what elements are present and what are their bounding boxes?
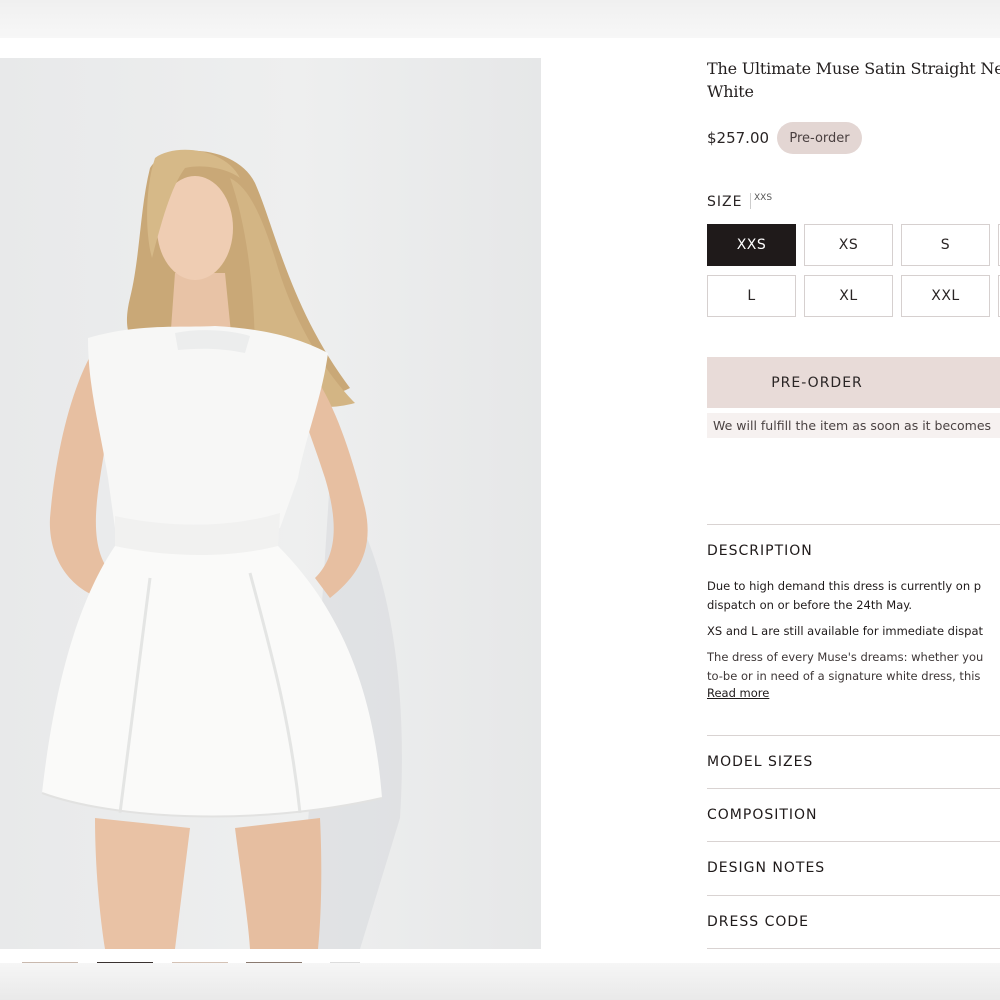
accordion-design-notes[interactable]: DESIGN NOTES <box>707 860 825 876</box>
fulfillment-notice: We will fulfill the item as soon as it b… <box>707 413 1000 438</box>
description-paragraph-3b: to-be or in need of a signature white dr… <box>707 669 981 683</box>
divider <box>707 735 1000 736</box>
description-paragraph-1a: Due to high demand this dress is current… <box>707 579 982 593</box>
accordion-composition[interactable]: COMPOSITION <box>707 807 818 823</box>
divider <box>707 524 1000 525</box>
read-more-link[interactable]: Read more <box>707 686 769 700</box>
product-price: $257.00 <box>707 129 770 147</box>
product-title-line2: White <box>707 82 754 101</box>
divider <box>707 948 1000 949</box>
product-title: The Ultimate Muse Satin Straight Neck Mi… <box>707 57 1000 103</box>
accordion-model-sizes[interactable]: MODEL SIZES <box>707 754 813 770</box>
divider <box>707 788 1000 789</box>
size-option-l[interactable]: L <box>707 275 796 317</box>
size-option-xl[interactable]: XL <box>804 275 893 317</box>
size-option-xs[interactable]: XS <box>804 224 893 266</box>
accordion-dress-code[interactable]: DRESS CODE <box>707 914 809 930</box>
divider <box>707 895 1000 896</box>
size-label: SIZE <box>707 194 743 210</box>
size-option-s[interactable]: S <box>901 224 990 266</box>
product-title-line1: The Ultimate Muse Satin Straight Neck Mi <box>707 59 1000 78</box>
size-divider <box>750 193 751 209</box>
selected-size-indicator: XXS <box>754 193 773 203</box>
size-option-xxs[interactable]: XXS <box>707 224 796 266</box>
description-paragraph-1b: dispatch on or before the 24th May. <box>707 598 913 612</box>
description-paragraph-2: XS and L are still available for immedia… <box>707 624 984 638</box>
description-paragraph-3a: The dress of every Muse's dreams: whethe… <box>707 650 984 664</box>
size-option-xxl[interactable]: XXL <box>901 275 990 317</box>
top-band <box>0 0 1000 38</box>
product-photo-illustration <box>41 149 402 949</box>
bottom-band <box>0 963 1000 1000</box>
product-image[interactable] <box>0 58 541 949</box>
preorder-button[interactable]: PRE-ORDER <box>707 357 1000 408</box>
description-heading[interactable]: DESCRIPTION <box>707 543 813 559</box>
preorder-badge: Pre-order <box>777 122 862 154</box>
divider <box>707 841 1000 842</box>
